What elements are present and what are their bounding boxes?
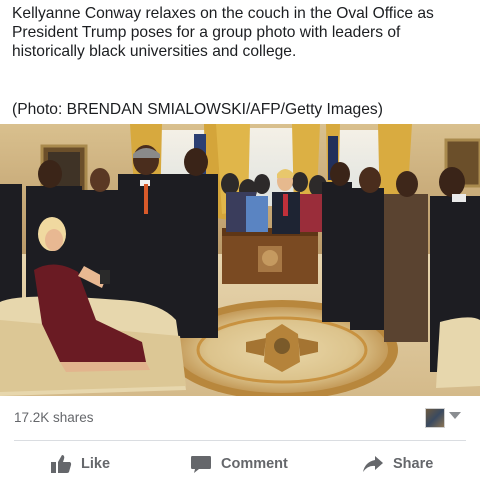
- photo-credit: (Photo: BRENDAN SMIALOWSKI/AFP/Getty Ima…: [12, 101, 383, 118]
- post-photo[interactable]: [0, 124, 480, 396]
- divider: [14, 440, 466, 441]
- sharer-avatar[interactable]: [425, 408, 445, 428]
- comment-button[interactable]: Comment: [190, 453, 288, 475]
- speech-bubble-icon: [191, 456, 211, 473]
- share-count[interactable]: 17.2K shares: [14, 410, 94, 425]
- share-label: Share: [393, 456, 434, 472]
- thumbs-up-icon: [51, 455, 72, 473]
- oval-office-photo: [0, 124, 480, 396]
- share-arrow-icon: [363, 456, 383, 472]
- comment-label: Comment: [221, 456, 288, 472]
- share-button[interactable]: Share: [362, 453, 433, 475]
- post-caption: Kellyanne Conway relaxes on the couch in…: [12, 5, 434, 61]
- like-label: Like: [81, 456, 111, 472]
- chevron-down-icon[interactable]: [449, 412, 461, 419]
- action-bar: Like Comment Share: [0, 447, 480, 480]
- like-button[interactable]: Like: [50, 453, 110, 475]
